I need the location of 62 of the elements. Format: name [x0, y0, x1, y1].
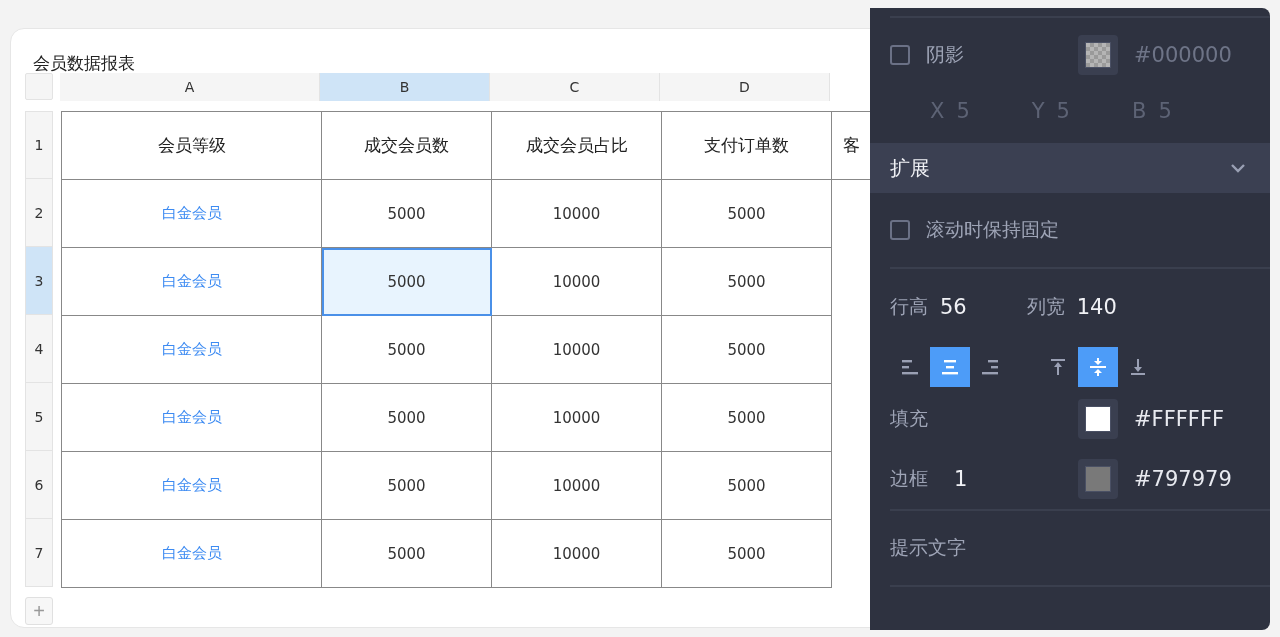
column-header[interactable]: D — [660, 73, 830, 101]
column-title-cell: 会员等级 — [62, 112, 322, 180]
color-swatch[interactable] — [1078, 399, 1118, 439]
color-swatch[interactable] — [1078, 459, 1118, 499]
table-cell: 10000 — [492, 180, 662, 248]
shadow-label: 阴影 — [926, 42, 965, 67]
align-middle-icon[interactable] — [1078, 347, 1118, 387]
chevron-down-icon[interactable] — [1230, 163, 1246, 173]
row-header[interactable]: 6 — [25, 451, 53, 519]
column-title-cell: 成交会员数 — [322, 112, 492, 180]
table-cell: 5000 — [322, 316, 492, 384]
table-cell: 10000 — [492, 316, 662, 384]
color-value: #FFFFFF — [1134, 407, 1226, 431]
table-cell: 5000 — [662, 520, 832, 588]
checkbox[interactable] — [890, 220, 910, 240]
checkbox[interactable] — [890, 45, 910, 65]
table-cell: 白金会员 — [62, 452, 322, 520]
section-header[interactable]: 扩展 — [870, 143, 1270, 193]
column-header[interactable]: A — [60, 73, 320, 101]
table-cell: 10000 — [492, 520, 662, 588]
table-cell: 5000 — [322, 452, 492, 520]
row-height-value[interactable]: 56 — [940, 295, 967, 319]
color-value: #000000 — [1134, 43, 1232, 67]
table-cell: 5000 — [662, 316, 832, 384]
column-title-cell: 成交会员占比 — [492, 112, 662, 180]
row-header[interactable]: 1 — [25, 111, 53, 179]
row-header[interactable]: 4 — [25, 315, 53, 383]
table-cell: 10000 — [492, 384, 662, 452]
border-label: 边框 — [890, 466, 928, 491]
row-header[interactable]: 7 — [25, 519, 53, 587]
table-cell: 白金会员 — [62, 384, 322, 452]
border-width-value[interactable]: 1 — [954, 467, 968, 491]
table-cell: 10000 — [492, 248, 662, 316]
row-height-label: 行高 — [890, 294, 928, 319]
table-cell: 白金会员 — [62, 520, 322, 588]
table-cell: 白金会员 — [62, 316, 322, 384]
row-header[interactable]: 3 — [25, 247, 53, 315]
color-swatch[interactable] — [1078, 35, 1118, 75]
column-width-value[interactable]: 140 — [1076, 295, 1117, 319]
column-width-label: 列宽 — [1026, 294, 1065, 319]
align-center-icon[interactable] — [930, 347, 970, 387]
table-cell: 5000 — [322, 384, 492, 452]
table-cell: 5000 — [322, 520, 492, 588]
sticky-label: 滚动时保持固定 — [926, 217, 1059, 242]
section-title: 扩展 — [890, 154, 930, 182]
fill-label: 填充 — [890, 406, 928, 431]
table-cell: 白金会员 — [62, 180, 322, 248]
column-title-cell: 支付订单数 — [662, 112, 832, 180]
table-cell: 5000 — [662, 384, 832, 452]
color-value: #797979 — [1134, 467, 1230, 491]
table-cell: 5000 — [662, 452, 832, 520]
row-header[interactable]: 2 — [25, 179, 53, 247]
report-title: 会员数据报表 — [33, 53, 135, 73]
table-cell: 5000 — [662, 248, 832, 316]
corner-cell — [25, 73, 53, 100]
row-header[interactable]: 5 — [25, 383, 53, 451]
table-cell: 5000 — [322, 248, 492, 316]
column-header[interactable]: C — [490, 73, 660, 101]
table-cell: 5000 — [662, 180, 832, 248]
column-header[interactable]: B — [320, 73, 490, 101]
table-cell: 10000 — [492, 452, 662, 520]
hint-text-label: 提示文字 — [890, 535, 966, 560]
